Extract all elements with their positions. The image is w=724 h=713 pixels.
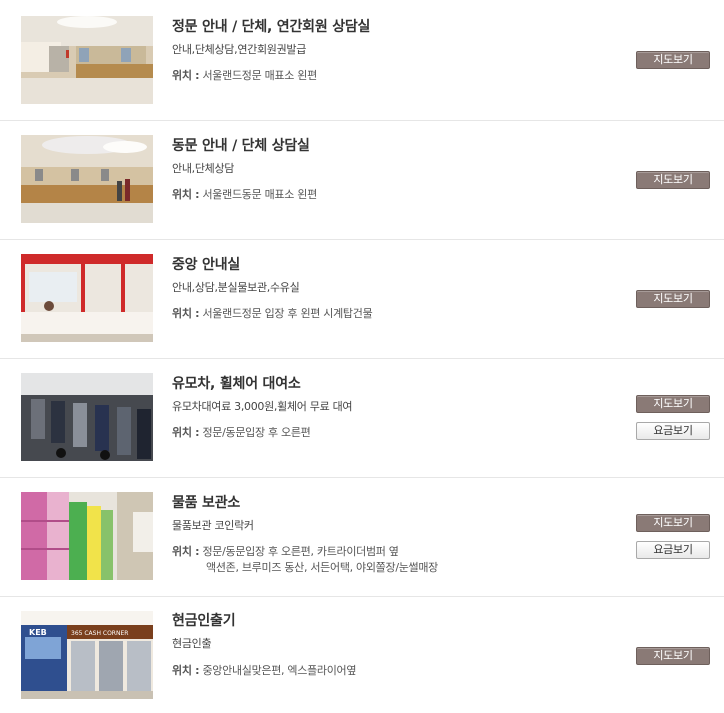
- facility-description: 유모차대여료 3,000원,휠체어 무료 대여: [172, 400, 353, 413]
- list-item: 유모차, 휠체어 대여소 유모차대여료 3,000원,휠체어 무료 대여 위치 …: [0, 359, 724, 478]
- location-label: 위치 :: [172, 664, 200, 677]
- facility-photo: [21, 135, 153, 223]
- location-label: 위치 :: [172, 188, 200, 201]
- location-label: 위치 :: [172, 69, 200, 82]
- facility-location: 위치 : 정문/동문입장 후 오른편, 카트라이더범퍼 옆 액션존, 브루미즈 …: [172, 544, 438, 576]
- facility-location: 위치 : 서울랜드동문 매표소 왼편: [172, 187, 317, 203]
- facility-description: 현금인출: [172, 637, 212, 650]
- list-item: 물품 보관소 물품보관 코인락커 위치 : 정문/동문입장 후 오른편, 카트라…: [0, 478, 724, 597]
- facility-title: 중앙 안내실: [172, 257, 241, 273]
- facility-description: 안내,상담,분실물보관,수유실: [172, 281, 300, 294]
- location-text: 서울랜드정문 매표소 왼편: [202, 69, 317, 82]
- fee-button[interactable]: 요금보기: [636, 422, 710, 440]
- facility-title: 유모차, 휠체어 대여소: [172, 376, 301, 392]
- fee-button[interactable]: 요금보기: [636, 541, 710, 559]
- facility-title: 물품 보관소: [172, 495, 241, 511]
- list-item: 중앙 안내실 안내,상담,분실물보관,수유실 위치 : 서울랜드정문 입장 후 …: [0, 240, 724, 359]
- atm-bank-sign: KEB: [29, 628, 47, 637]
- facility-location: 위치 : 중앙안내실맞은편, 엑스플라이어옆: [172, 663, 356, 679]
- facility-title: 정문 안내 / 단체, 연간회원 상담실: [172, 19, 371, 35]
- map-button[interactable]: 지도보기: [636, 290, 710, 308]
- atm-corner-sign: 365 CASH CORNER: [71, 630, 128, 637]
- list-item: 동문 안내 / 단체 상담실 안내,단체상담 위치 : 서울랜드동문 매표소 왼…: [0, 121, 724, 240]
- location-text: 중앙안내실맞은편, 엑스플라이어옆: [202, 664, 357, 677]
- map-button[interactable]: 지도보기: [636, 514, 710, 532]
- facility-photo: [21, 373, 153, 461]
- map-button[interactable]: 지도보기: [636, 51, 710, 69]
- facility-title: 동문 안내 / 단체 상담실: [172, 138, 310, 154]
- location-text: 정문/동문입장 후 오른편, 카트라이더범퍼 옆: [202, 545, 399, 558]
- facility-photo: [21, 254, 153, 342]
- facility-photo: [21, 16, 153, 104]
- map-button[interactable]: 지도보기: [636, 171, 710, 189]
- facility-title: 현금인출기: [172, 613, 236, 629]
- location-text: 서울랜드동문 매표소 왼편: [202, 188, 317, 201]
- list-item: 정문 안내 / 단체, 연간회원 상담실 안내,단체상담,연간회원권발급 위치 …: [0, 0, 724, 121]
- location-label: 위치 :: [172, 545, 200, 558]
- facility-location: 위치 : 서울랜드정문 입장 후 왼편 시계탑건물: [172, 306, 373, 322]
- facility-description: 안내,단체상담,연간회원권발급: [172, 43, 307, 56]
- list-item: KEB 365 CASH CORNER 현금인출기 현금인출 위치 : 중앙안내…: [0, 597, 724, 712]
- facility-location: 위치 : 서울랜드정문 매표소 왼편: [172, 68, 317, 84]
- location-label: 위치 :: [172, 307, 200, 320]
- facility-description: 안내,단체상담: [172, 162, 235, 175]
- facility-description: 물품보관 코인락커: [172, 519, 254, 532]
- facility-photo: [21, 492, 153, 580]
- location-text: 액션존, 브루미즈 동산, 서든어택, 야외쫄장/눈썰매장: [206, 561, 439, 574]
- map-button[interactable]: 지도보기: [636, 647, 710, 665]
- map-button[interactable]: 지도보기: [636, 395, 710, 413]
- location-text: 정문/동문입장 후 오른편: [202, 426, 311, 439]
- location-text: 서울랜드정문 입장 후 왼편 시계탑건물: [202, 307, 373, 320]
- location-label: 위치 :: [172, 426, 200, 439]
- facility-photo: KEB 365 CASH CORNER: [21, 611, 153, 699]
- facility-location: 위치 : 정문/동문입장 후 오른편: [172, 425, 311, 441]
